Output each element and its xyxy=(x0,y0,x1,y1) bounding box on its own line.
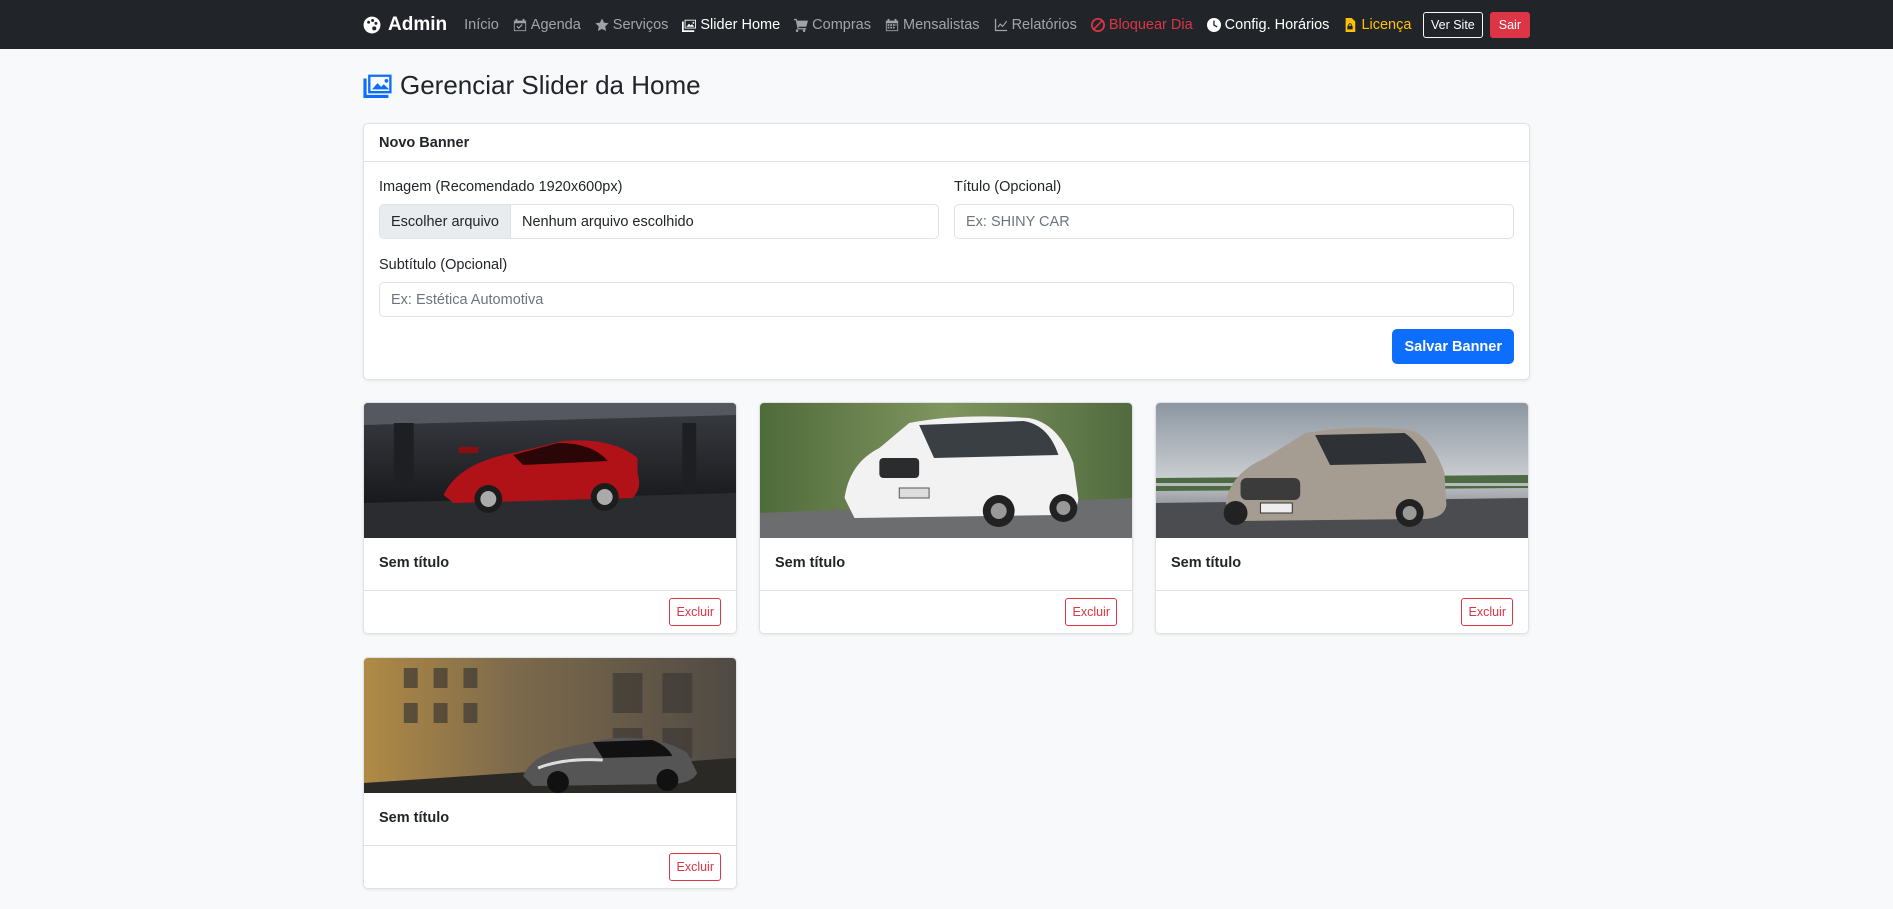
images-icon xyxy=(682,19,697,32)
subtitle-input[interactable]: Ex: Estética Automotiva xyxy=(379,282,1514,317)
nav-link-label: Mensalistas xyxy=(903,16,980,33)
nav-link-bloquear-dia[interactable]: Bloquear Dia xyxy=(1084,17,1200,33)
brand-label: Admin xyxy=(388,13,448,35)
navbar: Admin Início Agenda Serviços Slider Home… xyxy=(0,0,1893,49)
image-file-input[interactable]: Escolher arquivo Nenhum arquivo escolhid… xyxy=(379,204,939,239)
title-input[interactable]: Ex: SHINY CAR xyxy=(954,204,1514,239)
logout-button[interactable]: Sair xyxy=(1489,11,1530,38)
banner-title: Sem título xyxy=(775,555,846,571)
star-icon xyxy=(595,17,609,31)
chrome-sports-car-photo xyxy=(364,658,736,793)
page-title-text: Gerenciar Slider da Home xyxy=(400,70,701,100)
delete-banner-button[interactable]: Excluir xyxy=(1461,598,1513,626)
nav-link-servicos[interactable]: Serviços xyxy=(588,17,676,33)
calendar-icon xyxy=(885,18,899,31)
banner-footer: Excluir xyxy=(760,590,1132,633)
nav-link-label: Serviços xyxy=(612,16,669,33)
file-lock-icon xyxy=(1346,17,1356,32)
banner-footer: Excluir xyxy=(364,590,736,633)
nav-link-relatorios[interactable]: Relatórios xyxy=(987,17,1084,33)
nav-link-label: Relatórios xyxy=(1011,16,1077,33)
silver-hatchback-photo xyxy=(1156,403,1528,538)
cart-icon xyxy=(794,18,809,32)
card-header: Novo Banner xyxy=(364,124,1529,162)
banner-card: Sem título Excluir xyxy=(363,402,737,634)
nav-link-label: Config. Horários xyxy=(1224,16,1330,33)
red-sports-car-photo xyxy=(364,403,736,538)
delete-banner-button[interactable]: Excluir xyxy=(669,598,721,626)
nav-link-label: Início xyxy=(464,16,499,33)
banner-title: Sem título xyxy=(379,555,450,571)
banner-card: Sem título Excluir xyxy=(1155,402,1529,634)
nav-link-compras[interactable]: Compras xyxy=(787,17,878,33)
white-suv-photo xyxy=(760,403,1132,538)
page-title: Gerenciar Slider da Home xyxy=(363,70,701,101)
nav-link-label: Compras xyxy=(812,16,871,33)
save-banner-button[interactable]: Salvar Banner xyxy=(1392,329,1514,364)
subtitle-label: Subtítulo (Opcional) xyxy=(379,257,508,273)
file-status: Nenhum arquivo escolhido xyxy=(522,213,694,230)
nav-link-licenca[interactable]: Licença xyxy=(1336,17,1418,33)
palette-icon xyxy=(363,16,381,33)
nav-link-label: Slider Home xyxy=(700,16,781,33)
nav-link-slider-home[interactable]: Slider Home xyxy=(675,17,787,33)
nav-link-config-horarios[interactable]: Config. Horários xyxy=(1200,17,1337,33)
subtitle-placeholder: Ex: Estética Automotiva xyxy=(391,291,544,308)
banner-title: Sem título xyxy=(1171,555,1242,571)
calendar-check-icon xyxy=(513,18,526,31)
nav-actions: Ver Site Sair xyxy=(1422,11,1530,38)
chart-line-icon xyxy=(994,18,1007,31)
delete-banner-button[interactable]: Excluir xyxy=(669,853,721,881)
title-placeholder: Ex: SHINY CAR xyxy=(966,213,1070,230)
new-banner-card: Novo Banner Imagem (Recomendado 1920x600… xyxy=(363,123,1530,380)
banner-card: Sem título Excluir xyxy=(363,657,737,889)
brand[interactable]: Admin xyxy=(363,14,447,36)
ban-icon xyxy=(1090,17,1105,32)
nav-link-label: Agenda xyxy=(530,16,581,33)
banner-card: Sem título Excluir xyxy=(759,402,1133,634)
image-label: Imagem (Recomendado 1920x600px) xyxy=(379,179,623,195)
view-site-button[interactable]: Ver Site xyxy=(1422,11,1483,38)
nav-link-label: Bloquear Dia xyxy=(1108,16,1193,33)
navbar-container: Admin Início Agenda Serviços Slider Home… xyxy=(363,0,1530,49)
nav-links: Início Agenda Serviços Slider Home Compr… xyxy=(457,17,1418,33)
delete-banner-button[interactable]: Excluir xyxy=(1065,598,1117,626)
clock-icon xyxy=(1206,17,1221,32)
choose-file-button[interactable]: Escolher arquivo xyxy=(380,205,511,238)
nav-link-mensalistas[interactable]: Mensalistas xyxy=(878,17,987,33)
nav-link-agenda[interactable]: Agenda xyxy=(506,17,588,33)
nav-link-inicio[interactable]: Início xyxy=(457,17,506,33)
banner-footer: Excluir xyxy=(1156,590,1528,633)
images-icon xyxy=(363,74,392,98)
nav-link-label: Licença xyxy=(1361,16,1412,33)
banner-footer: Excluir xyxy=(364,845,736,888)
banner-title: Sem título xyxy=(379,810,450,826)
title-label: Título (Opcional) xyxy=(954,179,1062,195)
